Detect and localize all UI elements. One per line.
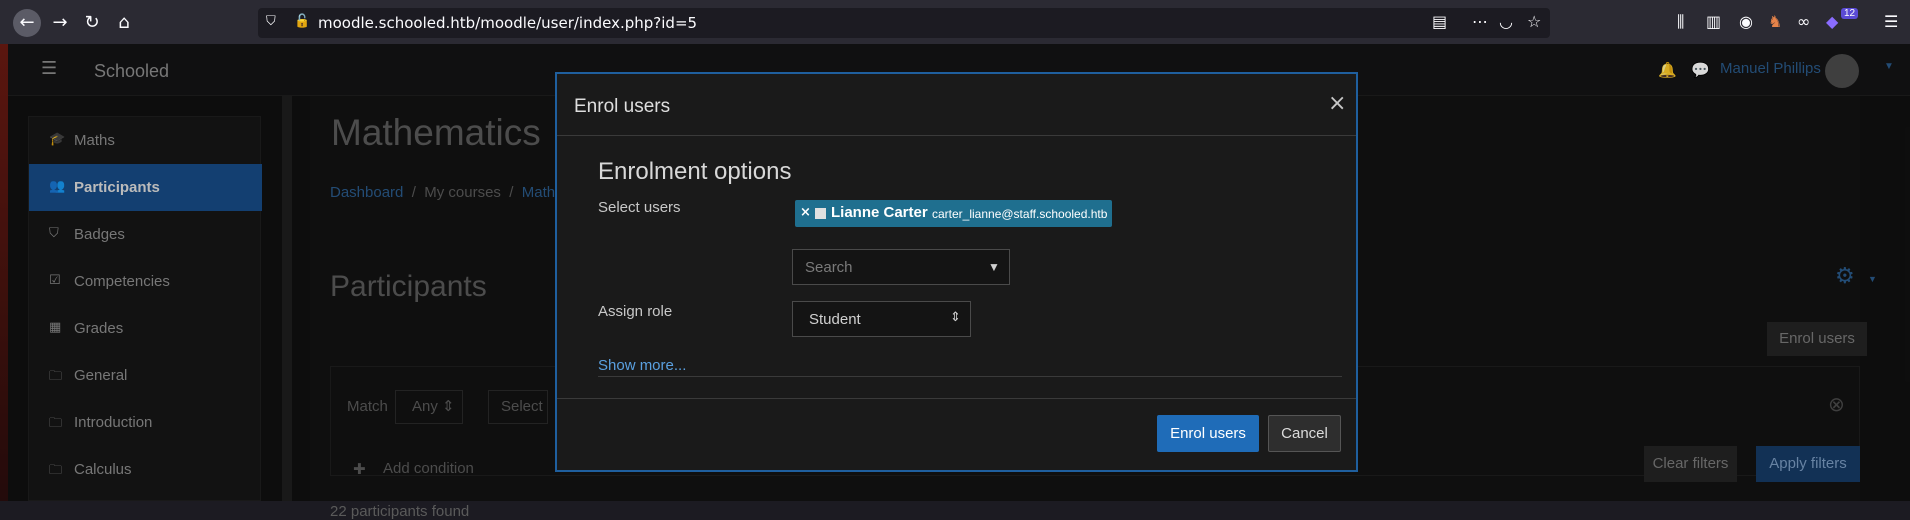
remove-user-icon[interactable]: ×: [800, 205, 811, 220]
pocket-icon[interactable]: ◡: [1499, 13, 1513, 31]
selected-user-email: carter_lianne@staff.schooled.htb: [932, 207, 1108, 221]
tracking-shield-icon[interactable]: ⛉: [266, 13, 276, 31]
account-icon[interactable]: ◉: [1739, 13, 1753, 31]
reload-icon[interactable]: ↻: [78, 9, 106, 37]
enrol-users-modal: Enrol users × Enrolment options Select u…: [555, 72, 1358, 472]
enrolment-options-heading: Enrolment options: [598, 158, 792, 185]
assign-role-label: Assign role: [598, 303, 673, 320]
menu-hamburger-icon[interactable]: ☰: [1884, 13, 1898, 31]
enrol-users-button[interactable]: Enrol users: [1157, 415, 1259, 452]
url-text[interactable]: moodle.schooled.htb/moodle/user/index.ph…: [318, 14, 697, 32]
extension-glasses-icon[interactable]: ∞: [1797, 13, 1810, 31]
browser-toolbar: ← → ↻ ⌂ ⛉ 🔓 moodle.schooled.htb/moodle/u…: [0, 0, 1910, 44]
cancel-button[interactable]: Cancel: [1268, 415, 1341, 452]
modal-header-divider: [557, 135, 1356, 136]
show-more-link[interactable]: Show more...: [598, 357, 686, 374]
reader-view-icon[interactable]: ▤: [1432, 13, 1447, 31]
participants-count: 22 participants found: [330, 503, 470, 520]
insecure-lock-icon[interactable]: 🔓: [294, 13, 310, 31]
extension-notification-count: 12: [1841, 8, 1859, 19]
page-actions-icon[interactable]: ⋯: [1472, 13, 1488, 31]
extension-badge-icon[interactable]: ◆: [1826, 13, 1838, 31]
bookmark-star-icon[interactable]: ☆: [1527, 13, 1541, 31]
sidebar-toggle-icon[interactable]: ▥: [1706, 13, 1721, 31]
home-icon[interactable]: ⌂: [110, 9, 138, 37]
role-select-value: Student: [809, 311, 861, 328]
search-users-field[interactable]: Search ▼: [792, 249, 1010, 285]
user-avatar-icon: [815, 208, 826, 219]
search-placeholder: Search: [805, 259, 853, 276]
dropdown-arrow-icon[interactable]: ▼: [988, 260, 1000, 274]
close-icon[interactable]: ×: [1328, 91, 1346, 116]
options-divider: [598, 376, 1342, 377]
library-icon[interactable]: ⫼: [1677, 13, 1684, 31]
selected-user-name: Lianne Carter: [831, 204, 928, 221]
selected-user-chip[interactable]: × Lianne Carter carter_lianne@staff.scho…: [795, 200, 1112, 227]
back-arrow-icon[interactable]: ←: [13, 9, 41, 37]
role-select[interactable]: Student ⇕: [792, 301, 971, 337]
forward-arrow-icon[interactable]: →: [46, 9, 74, 37]
select-users-label: Select users: [598, 199, 681, 216]
select-arrows-icon: ⇕: [950, 310, 961, 325]
modal-footer-divider: [557, 398, 1356, 399]
extension-fox-icon[interactable]: ♞: [1768, 13, 1782, 31]
modal-title: Enrol users: [574, 96, 671, 117]
